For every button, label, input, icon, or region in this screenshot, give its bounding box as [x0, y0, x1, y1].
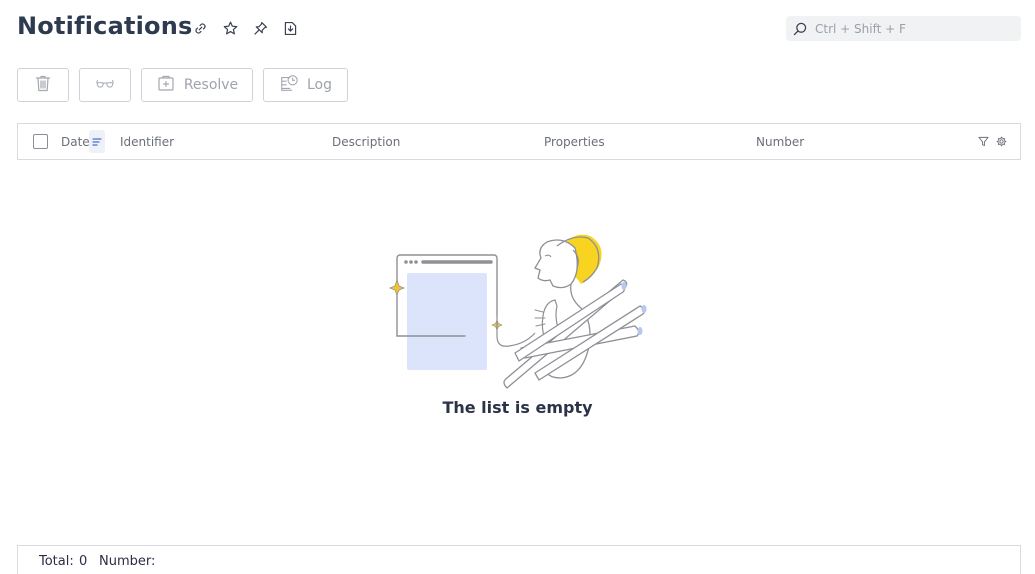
glasses-icon	[95, 73, 115, 97]
resolve-label: Resolve	[183, 77, 239, 93]
search-input[interactable]	[815, 21, 1015, 36]
search-icon	[791, 20, 809, 38]
log-button[interactable]: Log	[263, 68, 348, 102]
resolve-button[interactable]: Resolve	[141, 68, 253, 102]
empty-state-message: The list is empty	[442, 398, 593, 417]
column-date[interactable]: Date	[61, 135, 90, 149]
column-identifier[interactable]: Identifier	[120, 135, 174, 149]
table-header: Date Identifier Description Properties N…	[17, 123, 1021, 160]
delete-button[interactable]	[17, 68, 69, 102]
resolve-icon	[156, 73, 176, 97]
sort-descending-icon[interactable]	[89, 130, 105, 153]
empty-list-illustration	[388, 234, 647, 389]
column-properties[interactable]: Properties	[544, 135, 605, 149]
notifications-page: Notifications Ctrl + Shift + F Resolve L…	[0, 0, 1035, 574]
star-icon[interactable]	[220, 18, 240, 38]
column-number[interactable]: Number	[756, 135, 804, 149]
trash-icon	[33, 73, 53, 97]
title-actions	[190, 18, 300, 38]
total-label: Total:	[39, 554, 74, 569]
link-icon[interactable]	[190, 18, 210, 38]
status-footer: Total: 0 Number:	[17, 545, 1021, 574]
toolbar: Resolve Log	[17, 68, 358, 102]
search-box[interactable]	[786, 16, 1021, 41]
log-icon	[279, 73, 299, 97]
column-description[interactable]: Description	[332, 135, 400, 149]
pin-icon[interactable]	[250, 18, 270, 38]
gear-icon[interactable]	[995, 135, 1007, 148]
select-all-checkbox[interactable]	[33, 134, 48, 149]
log-label: Log	[306, 77, 332, 93]
mark-read-button[interactable]	[79, 68, 131, 102]
total-value: 0	[79, 554, 88, 569]
filter-icon[interactable]	[977, 135, 989, 148]
table-header-actions	[977, 135, 1007, 148]
page-title: Notifications	[17, 12, 193, 40]
export-icon[interactable]	[280, 18, 300, 38]
number-label: Number:	[99, 554, 156, 569]
